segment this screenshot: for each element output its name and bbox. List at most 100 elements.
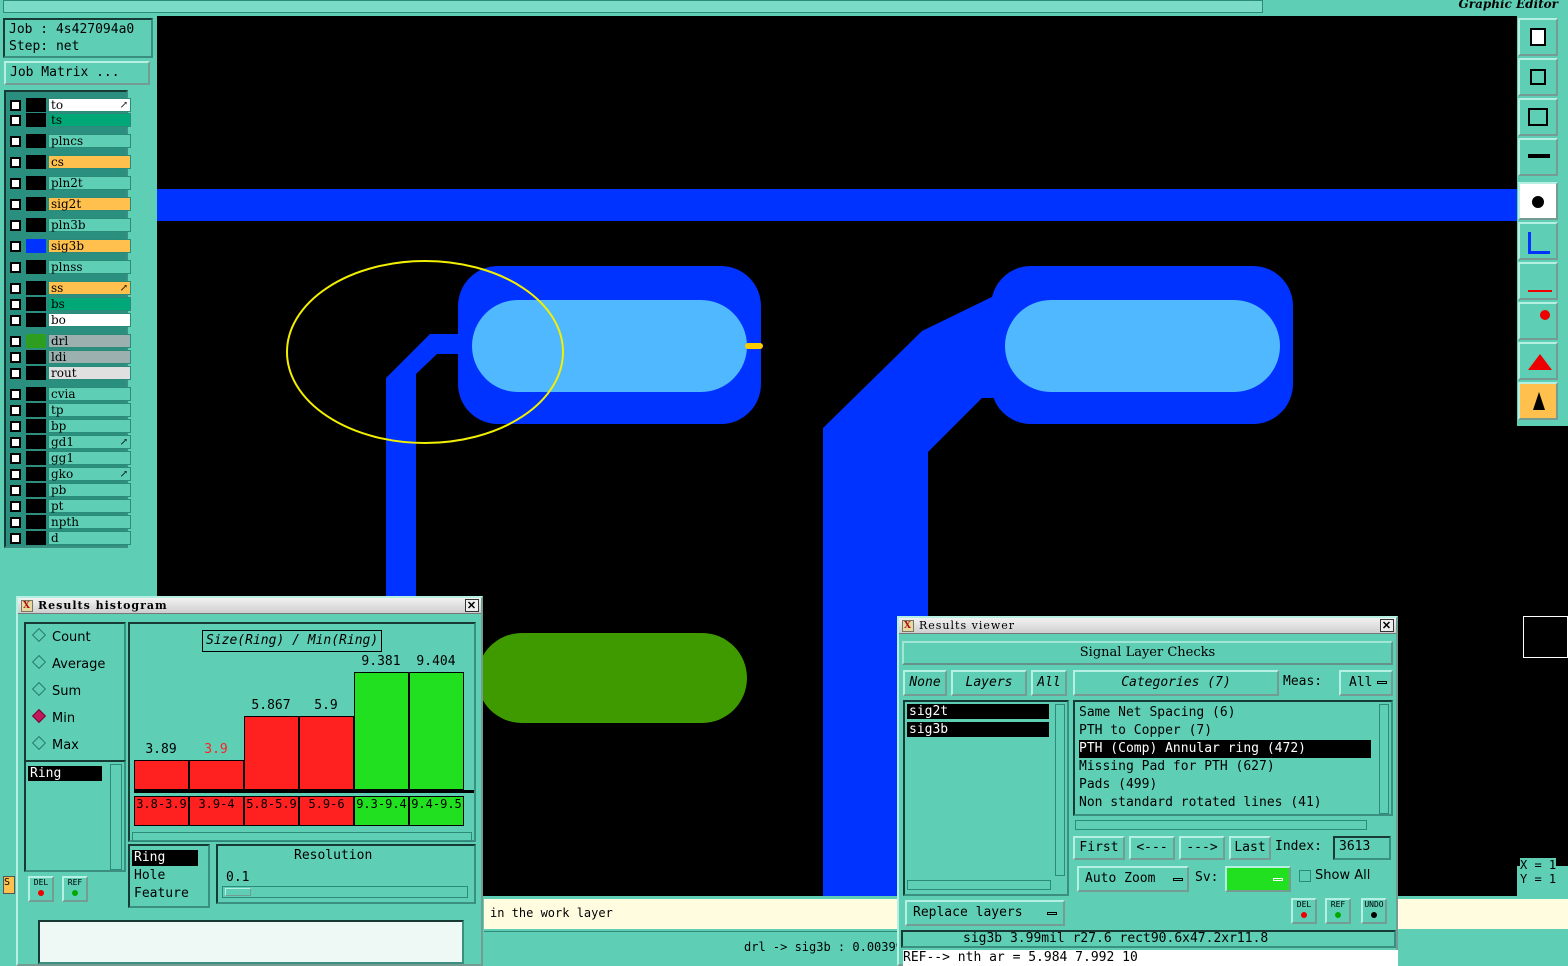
autozoom-dropdown[interactable]: Auto Zoom xyxy=(1077,866,1189,892)
layer-checkbox[interactable] xyxy=(10,220,21,231)
layer-row-gko[interactable]: gko ↗ xyxy=(8,467,131,481)
layer-color-swatch[interactable] xyxy=(26,350,46,364)
layer-item-sig3b[interactable]: sig3b xyxy=(907,722,1049,737)
layer-color-swatch[interactable] xyxy=(26,499,46,513)
tool-resize-icon[interactable] xyxy=(1518,98,1558,136)
mode-max[interactable]: Max xyxy=(31,735,79,754)
category-item[interactable]: PTH (Comp) Annular ring (472) xyxy=(1079,740,1371,758)
viewer-ref-button[interactable]: REF xyxy=(1325,898,1351,924)
layer-color-swatch[interactable] xyxy=(26,313,46,327)
histogram-bar[interactable] xyxy=(244,716,299,790)
layer-item-sig2t[interactable]: sig2t xyxy=(907,704,1049,719)
layer-name[interactable]: gd1 ↗ xyxy=(48,435,131,449)
layer-checkbox[interactable] xyxy=(10,437,21,448)
mode-sum[interactable]: Sum xyxy=(31,681,81,700)
layer-name[interactable]: cvia xyxy=(48,387,131,401)
categories-button[interactable]: Categories (7) xyxy=(1073,670,1279,696)
none-button[interactable]: None xyxy=(903,670,947,696)
layer-row-sig2t[interactable]: sig2t xyxy=(8,197,131,211)
sv-color-dropdown[interactable] xyxy=(1225,866,1291,892)
category-h-scrollbar[interactable] xyxy=(1075,820,1367,830)
job-matrix-button[interactable]: Job Matrix ... xyxy=(4,61,150,85)
layer-row-pln3b[interactable]: pln3b xyxy=(8,218,131,232)
histogram-bar[interactable] xyxy=(134,760,189,790)
chart-h-scrollbar[interactable] xyxy=(132,832,472,842)
layer-name[interactable]: cs xyxy=(48,155,131,169)
category-item[interactable]: Non standard rotated lines (41) xyxy=(1079,794,1322,812)
layer-checkbox[interactable] xyxy=(10,336,21,347)
layer-checkbox[interactable] xyxy=(10,352,21,363)
layer-color-swatch[interactable] xyxy=(26,403,46,417)
layer-color-swatch[interactable] xyxy=(26,281,46,295)
layer-name[interactable]: plnss xyxy=(48,260,131,274)
type-ring[interactable]: Ring xyxy=(132,850,198,866)
layer-row-ss[interactable]: ss ↗ xyxy=(8,281,131,295)
histogram-bar[interactable] xyxy=(354,672,409,790)
category-item[interactable]: PTH to Copper (7) xyxy=(1079,722,1212,740)
layer-row-plncs[interactable]: plncs xyxy=(8,134,131,148)
layer-name[interactable]: pt xyxy=(48,499,131,513)
tool-move-icon[interactable] xyxy=(1518,58,1558,96)
layer-checkbox[interactable] xyxy=(10,453,21,464)
layer-name[interactable]: sig3b xyxy=(48,239,131,253)
prev-button[interactable]: <--- xyxy=(1129,836,1175,860)
tool-triangle-icon[interactable] xyxy=(1518,342,1558,380)
layer-checkbox[interactable] xyxy=(10,115,21,126)
layer-name[interactable]: npth xyxy=(48,515,131,529)
layer-row-sig3b[interactable]: sig3b xyxy=(8,239,131,253)
viewer-del-button[interactable]: DEL xyxy=(1291,898,1317,924)
layer-name[interactable]: bo xyxy=(48,313,131,327)
tool-settings-icon[interactable] xyxy=(1518,138,1558,176)
layer-checkbox[interactable] xyxy=(10,389,21,400)
tool-measure-icon[interactable] xyxy=(1518,262,1558,300)
hist-del-button[interactable]: DEL xyxy=(28,876,54,902)
tool-connect-icon[interactable] xyxy=(1518,222,1558,260)
layer-color-swatch[interactable] xyxy=(26,297,46,311)
layer-row-plnss[interactable]: plnss xyxy=(8,260,131,274)
pad-right-drill[interactable] xyxy=(1005,300,1280,392)
layer-name[interactable]: ldi xyxy=(48,350,131,364)
layer-checkbox[interactable] xyxy=(10,501,21,512)
layer-checkbox[interactable] xyxy=(10,421,21,432)
hist-ref-button[interactable]: REF xyxy=(62,876,88,902)
layer-color-swatch[interactable] xyxy=(26,366,46,380)
layer-color-swatch[interactable] xyxy=(26,98,46,112)
layer-row-pb[interactable]: pb xyxy=(8,483,131,497)
viewer-undo-button[interactable]: UNDO xyxy=(1361,898,1387,924)
ring-list-scrollbar[interactable] xyxy=(110,764,122,870)
histogram-bar-range[interactable]: 5.9-6 xyxy=(299,796,354,826)
layer-row-pt[interactable]: pt xyxy=(8,499,131,513)
layer-checkbox[interactable] xyxy=(10,136,21,147)
layer-checkbox[interactable] xyxy=(10,517,21,528)
layer-color-swatch[interactable] xyxy=(26,387,46,401)
layer-name[interactable]: bs xyxy=(48,297,131,311)
layers-button[interactable]: Layers xyxy=(951,670,1027,696)
layer-color-swatch[interactable] xyxy=(26,334,46,348)
layer-color-swatch[interactable] xyxy=(26,515,46,529)
error-marker[interactable] xyxy=(745,343,763,349)
mode-count[interactable]: Count xyxy=(31,627,91,646)
layer-checkbox[interactable] xyxy=(10,368,21,379)
histogram-bar[interactable] xyxy=(299,716,354,790)
last-button[interactable]: Last xyxy=(1229,836,1271,860)
layer-checkbox[interactable] xyxy=(10,178,21,189)
show-all-checkbox[interactable] xyxy=(1299,870,1311,882)
all-button[interactable]: All xyxy=(1031,670,1067,696)
histogram-bar[interactable] xyxy=(409,672,464,790)
layer-name[interactable]: pln3b xyxy=(48,218,131,232)
mode-average[interactable]: Average xyxy=(31,654,105,673)
layer-color-swatch[interactable] xyxy=(26,239,46,253)
side-tab[interactable]: S xyxy=(3,876,15,894)
layer-color-swatch[interactable] xyxy=(26,113,46,127)
layer-color-swatch[interactable] xyxy=(26,419,46,433)
layer-name[interactable]: drl xyxy=(48,334,131,348)
layer-row-bs[interactable]: bs xyxy=(8,297,131,311)
layer-checkbox[interactable] xyxy=(10,533,21,544)
layer-row-cs[interactable]: cs xyxy=(8,155,131,169)
histogram-bar-range[interactable]: 5.8-5.9 xyxy=(244,796,299,826)
layer-name[interactable]: plncs xyxy=(48,134,131,148)
layer-row-gg1[interactable]: gg1 xyxy=(8,451,131,465)
layer-checkbox[interactable] xyxy=(10,241,21,252)
layer-name[interactable]: bp xyxy=(48,419,131,433)
layer-checkbox[interactable] xyxy=(10,405,21,416)
